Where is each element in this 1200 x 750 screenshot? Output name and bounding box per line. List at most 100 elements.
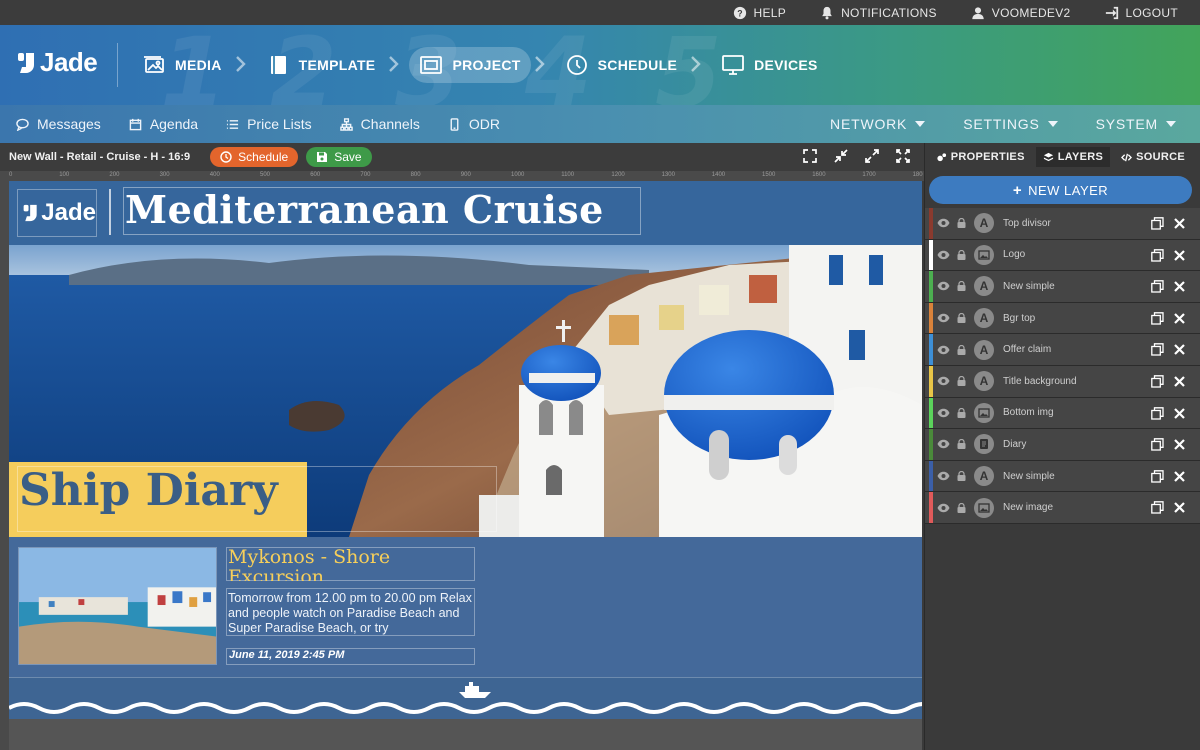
compress-icon[interactable] [834,149,848,163]
caret-down-icon [1166,121,1176,127]
design-canvas[interactable]: Jade Mediterranean Cruise Ship Diary Myk… [9,181,922,719]
delete-icon[interactable] [1173,343,1186,359]
delete-icon[interactable] [1173,217,1186,233]
duplicate-icon[interactable] [1151,469,1164,486]
step-devices[interactable]: DEVICES [711,47,828,83]
delete-icon[interactable] [1173,407,1186,423]
duplicate-icon[interactable] [1151,501,1164,517]
canvas-scroll-area[interactable] [9,719,922,750]
eye-icon[interactable] [937,250,950,260]
nav-agenda[interactable]: Agenda [129,116,198,132]
eye-icon[interactable] [937,408,950,418]
lock-icon[interactable] [957,249,966,260]
eye-icon[interactable] [937,313,950,323]
ruler-tick-label: 1000 [511,172,525,178]
layer-name: Logo [1003,249,1026,261]
expand-icon[interactable] [865,149,879,163]
delete-icon[interactable] [1173,280,1186,296]
ruler-tick-label: 300 [159,172,170,178]
app-logo[interactable]: Jade [16,47,98,78]
system-dropdown[interactable]: SYSTEM [1096,116,1176,132]
save-button[interactable]: Save [306,147,372,167]
lock-icon[interactable] [957,344,966,355]
delete-icon[interactable] [1173,249,1186,265]
eye-icon[interactable] [937,345,950,355]
layer-row[interactable]: Diary [925,429,1200,461]
nav-messages[interactable]: Messages [16,116,101,132]
layer-name: Top divisor [1003,217,1051,229]
help-link[interactable]: ? HELP [733,6,787,20]
lock-icon[interactable] [957,376,966,387]
delete-icon[interactable] [1173,438,1186,454]
notifications-link[interactable]: NOTIFICATIONS [820,6,937,20]
step-project[interactable]: PROJECT [409,47,531,83]
eye-icon[interactable] [937,503,950,513]
network-dropdown[interactable]: NETWORK [830,116,926,132]
chevron-right-icon [689,55,709,75]
duplicate-icon[interactable] [1151,280,1164,296]
network-label: NETWORK [830,116,908,132]
logout-link[interactable]: LOGOUT [1105,6,1178,20]
lock-icon[interactable] [957,439,966,450]
document-layer-icon [980,439,988,450]
lock-icon[interactable] [957,281,966,292]
tab-source[interactable]: SOURCE [1114,147,1192,167]
new-layer-button[interactable]: + NEW LAYER [929,176,1192,204]
duplicate-icon[interactable] [1151,248,1164,265]
delete-icon[interactable] [1173,375,1186,391]
layer-row[interactable]: Logo [925,239,1200,272]
layer-row[interactable]: A Top divisor [925,208,1200,240]
nav-price-lists[interactable]: Price Lists [226,116,312,132]
tab-layers[interactable]: LAYERS [1035,147,1111,167]
duplicate-icon[interactable] [1151,438,1164,454]
code-icon [1121,153,1133,161]
duplicate-icon[interactable] [1151,375,1164,391]
delete-icon[interactable] [1173,501,1186,517]
lock-icon[interactable] [957,312,966,324]
fullscreen-icon[interactable] [896,149,910,163]
layer-row[interactable]: A New simple [925,460,1200,493]
eye-icon[interactable] [937,439,950,449]
user-icon [972,6,984,19]
lock-icon[interactable] [957,407,966,418]
new-image-layer[interactable] [9,678,922,719]
step-media[interactable]: MEDIA [132,47,232,83]
duplicate-icon[interactable] [1151,311,1164,328]
step-schedule[interactable]: SCHEDULE [555,47,687,83]
delete-icon[interactable] [1173,470,1186,486]
nav-odr[interactable]: ODR [448,116,500,132]
eye-icon[interactable] [937,281,950,291]
layer-row[interactable]: A Bgr top [925,302,1200,335]
settings-dropdown[interactable]: SETTINGS [963,116,1058,132]
jade-logo-icon [23,204,37,222]
canvas-logo-layer[interactable]: Jade [17,189,97,237]
layer-row[interactable]: A Offer claim [925,334,1200,366]
tab-properties[interactable]: PROPERTIES [929,147,1032,167]
step-template[interactable]: TEMPLATE [256,47,386,83]
fit-screen-icon[interactable] [803,149,817,163]
chevron-right-icon [234,55,254,75]
layer-row[interactable]: Bottom img [925,397,1200,430]
schedule-button[interactable]: Schedule [210,147,299,167]
lock-icon[interactable] [957,470,966,482]
help-label: HELP [753,5,787,20]
layer-row[interactable]: A Title background [925,365,1200,398]
eye-icon[interactable] [937,471,950,481]
layers-icon [1043,152,1053,161]
nav-channels[interactable]: Channels [339,116,420,132]
top-divisor-layer[interactable] [109,189,111,235]
duplicate-icon[interactable] [1151,406,1164,423]
delete-icon[interactable] [1173,312,1186,328]
eye-icon[interactable] [937,218,950,228]
ruler-tick-label: 900 [460,172,471,178]
eye-icon[interactable] [937,376,950,386]
duplicate-icon[interactable] [1151,217,1164,233]
lock-icon[interactable] [957,502,966,513]
duplicate-icon[interactable] [1151,343,1164,359]
layer-name: Offer claim [1003,344,1052,356]
user-menu[interactable]: VOOMEDEV2 [971,6,1071,20]
layer-row[interactable]: A New simple [925,271,1200,303]
lock-icon[interactable] [957,218,966,229]
tab-source-label: SOURCE [1136,151,1185,163]
layer-row[interactable]: New image [925,492,1200,524]
